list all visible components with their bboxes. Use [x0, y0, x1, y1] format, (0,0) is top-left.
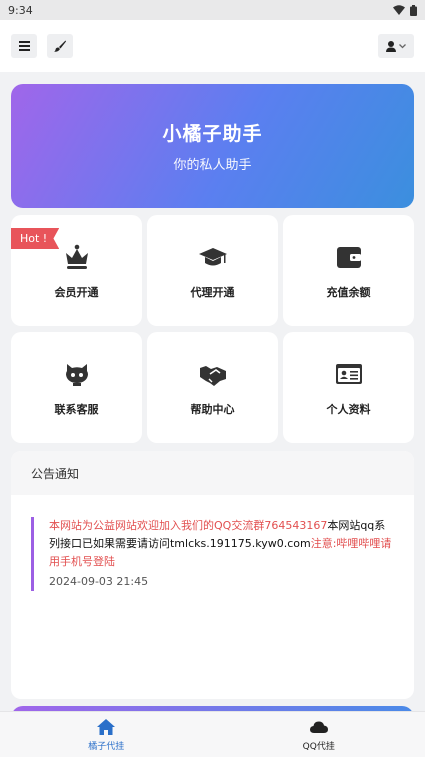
- wallet-icon: [336, 246, 361, 268]
- status-bar: 9:34: [0, 0, 425, 20]
- handshake-icon: [199, 365, 226, 386]
- status-icons: [393, 4, 417, 16]
- feature-grid: Hot ! 会员开通 代理开通 充值余额 联系客服 帮助中心 个人资料: [11, 215, 414, 443]
- card-profile[interactable]: 个人资料: [283, 332, 414, 443]
- graduation-cap-icon: [198, 247, 227, 265]
- notice-text-segment: 本网站为公益网站欢迎加入我们的QQ交流群: [49, 519, 265, 532]
- battery-icon: [410, 4, 417, 16]
- menu-button[interactable]: [11, 34, 37, 58]
- user-menu-button[interactable]: [378, 34, 414, 58]
- card-help[interactable]: 帮助中心: [147, 332, 278, 443]
- notice-title: 公告通知: [11, 451, 414, 495]
- chevron-down-icon: [399, 43, 406, 48]
- card-support[interactable]: 联系客服: [11, 332, 142, 443]
- card-label: 会员开通: [54, 285, 99, 299]
- nav-label: QQ代挂: [302, 741, 335, 752]
- theme-button[interactable]: [47, 34, 73, 58]
- notice-text: 本网站为公益网站欢迎加入我们的QQ交流群764543167本网站qq系列接口已如…: [49, 517, 394, 571]
- bottom-nav: 橘子代挂 QQ代挂: [0, 711, 425, 757]
- nav-item-qq-hosting[interactable]: QQ代挂: [213, 712, 425, 757]
- notice-time: 2024-09-03 21:45: [49, 575, 149, 588]
- card-label: 联系客服: [54, 402, 99, 416]
- home-icon: [97, 718, 116, 735]
- hero-banner: 小橘子助手 你的私人助手: [11, 84, 414, 208]
- top-bar: [0, 20, 425, 72]
- status-time: 9:34: [8, 3, 33, 17]
- notice-item: 本网站为公益网站欢迎加入我们的QQ交流群764543167本网站qq系列接口已如…: [31, 517, 394, 591]
- card-label: 代理开通: [190, 285, 235, 299]
- card-recharge[interactable]: 充值余额: [283, 215, 414, 326]
- notice-qq-group[interactable]: 764543167: [264, 519, 327, 532]
- card-label: 帮助中心: [190, 402, 235, 416]
- wifi-icon: [393, 5, 405, 15]
- nav-label: 橘子代挂: [88, 741, 125, 752]
- card-label: 充值余额: [326, 285, 371, 299]
- nav-item-orange-hosting[interactable]: 橘子代挂: [0, 712, 213, 757]
- user-icon: [386, 40, 396, 52]
- cloud-icon: [309, 721, 328, 733]
- hamburger-icon: [18, 41, 30, 51]
- banner-title: 小橘子助手: [162, 123, 263, 145]
- id-card-icon: [335, 363, 362, 384]
- github-cat-icon: [65, 363, 88, 386]
- card-label: 个人资料: [326, 402, 371, 416]
- banner-subtitle: 你的私人助手: [173, 158, 252, 173]
- paintbrush-icon: [54, 40, 66, 52]
- card-membership[interactable]: Hot ! 会员开通: [11, 215, 142, 326]
- card-agent[interactable]: 代理开通: [147, 215, 278, 326]
- crown-icon: [65, 244, 88, 269]
- hot-badge: Hot !: [11, 228, 60, 249]
- notice-panel: 公告通知 本网站为公益网站欢迎加入我们的QQ交流群764543167本网站qq系…: [11, 451, 414, 699]
